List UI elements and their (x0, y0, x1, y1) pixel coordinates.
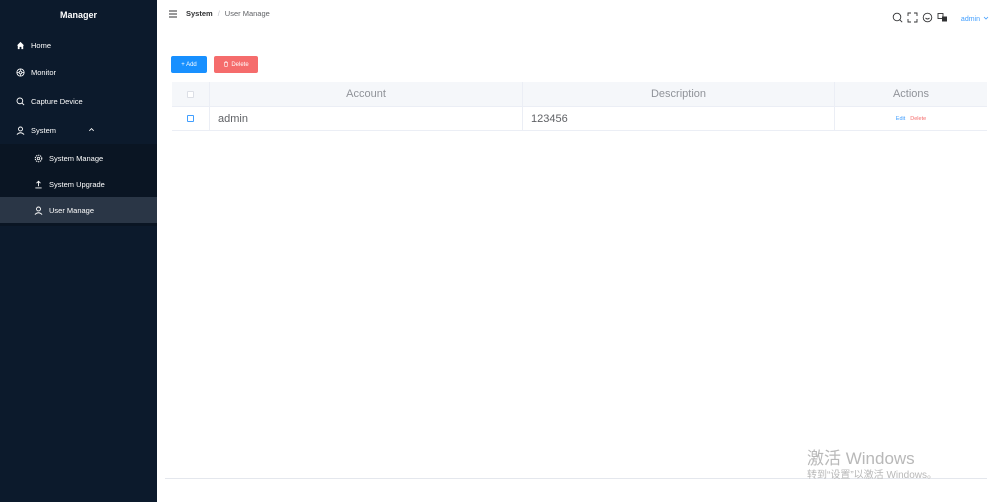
cell-description: 123456 (523, 107, 835, 130)
cell-actions: Edit Delete (835, 107, 987, 130)
sidebar-item-capture-device[interactable]: Capture Device (0, 88, 157, 114)
delete-button[interactable]: Delete (214, 56, 258, 73)
user-icon (34, 206, 43, 215)
chevron-down-icon (983, 15, 989, 23)
sidebar-item-label: Monitor (31, 67, 57, 77)
top-header: System / User Manage admin (157, 0, 993, 40)
column-header-account[interactable]: Account (210, 82, 523, 106)
sidebar-item-system[interactable]: System (0, 117, 157, 143)
cell-account: admin (210, 107, 523, 130)
add-button-label: + Add (181, 61, 197, 68)
delete-link[interactable]: Delete (910, 116, 926, 122)
column-header-description[interactable]: Description (523, 82, 835, 106)
breadcrumb: System / User Manage (186, 9, 270, 18)
trash-icon (223, 61, 229, 69)
home-icon (16, 41, 25, 50)
sidebar-item-user-manage[interactable]: User Manage (0, 197, 157, 223)
header-select-cell (172, 82, 210, 106)
fullscreen-icon[interactable] (907, 12, 918, 23)
sidebar-item-label: System (31, 125, 57, 135)
breadcrumb-item-system[interactable]: System (186, 9, 213, 18)
sidebar-item-label: Capture Device (31, 96, 83, 106)
sidebar-item-system-manage[interactable]: System Manage (0, 145, 157, 171)
sidebar-item-monitor[interactable]: Monitor (0, 59, 157, 85)
sidebar-item-home[interactable]: Home (0, 32, 157, 58)
header-tools (892, 12, 948, 23)
menu-toggle-icon[interactable] (168, 9, 178, 19)
search-icon (16, 97, 25, 106)
help-icon[interactable] (922, 12, 933, 23)
column-header-actions: Actions (892, 88, 930, 100)
search-icon[interactable] (892, 12, 903, 23)
sidebar: Manager Home Monitor Capture Device Syst (0, 0, 157, 502)
sidebar-item-label: Home (31, 40, 52, 50)
gear-icon (34, 154, 43, 163)
sidebar-item-label: User Manage (49, 205, 95, 215)
chevron-up-icon (88, 126, 95, 133)
sidebar-item-label: System Upgrade (49, 179, 105, 189)
username: admin (960, 15, 980, 23)
select-all-checkbox[interactable] (187, 90, 194, 98)
aperture-icon (16, 67, 25, 77)
row-select-cell (172, 107, 210, 130)
sidebar-item-system-upgrade[interactable]: System Upgrade (0, 171, 157, 197)
language-icon[interactable] (937, 12, 948, 23)
upload-icon (34, 180, 43, 189)
add-button[interactable]: + Add (171, 56, 207, 73)
activation-watermark-subtitle: 转到“设置”以激活 Windows。 (807, 470, 938, 481)
table-row: admin 123456 Edit Delete (172, 107, 987, 131)
row-checkbox[interactable] (187, 115, 194, 122)
sidebar-item-label: System Manage (49, 153, 104, 163)
table-header: Account Description Actions (172, 82, 987, 107)
edit-link[interactable]: Edit (896, 116, 905, 122)
delete-button-label: Delete (231, 61, 249, 68)
breadcrumb-separator: / (217, 9, 220, 18)
user-menu[interactable]: admin (961, 15, 989, 23)
app-root: Manager Home Monitor Capture Device Syst (0, 0, 993, 502)
user-icon (16, 126, 25, 135)
sidebar-brand: Manager (59, 10, 97, 20)
breadcrumb-item-current: User Manage (224, 9, 270, 18)
